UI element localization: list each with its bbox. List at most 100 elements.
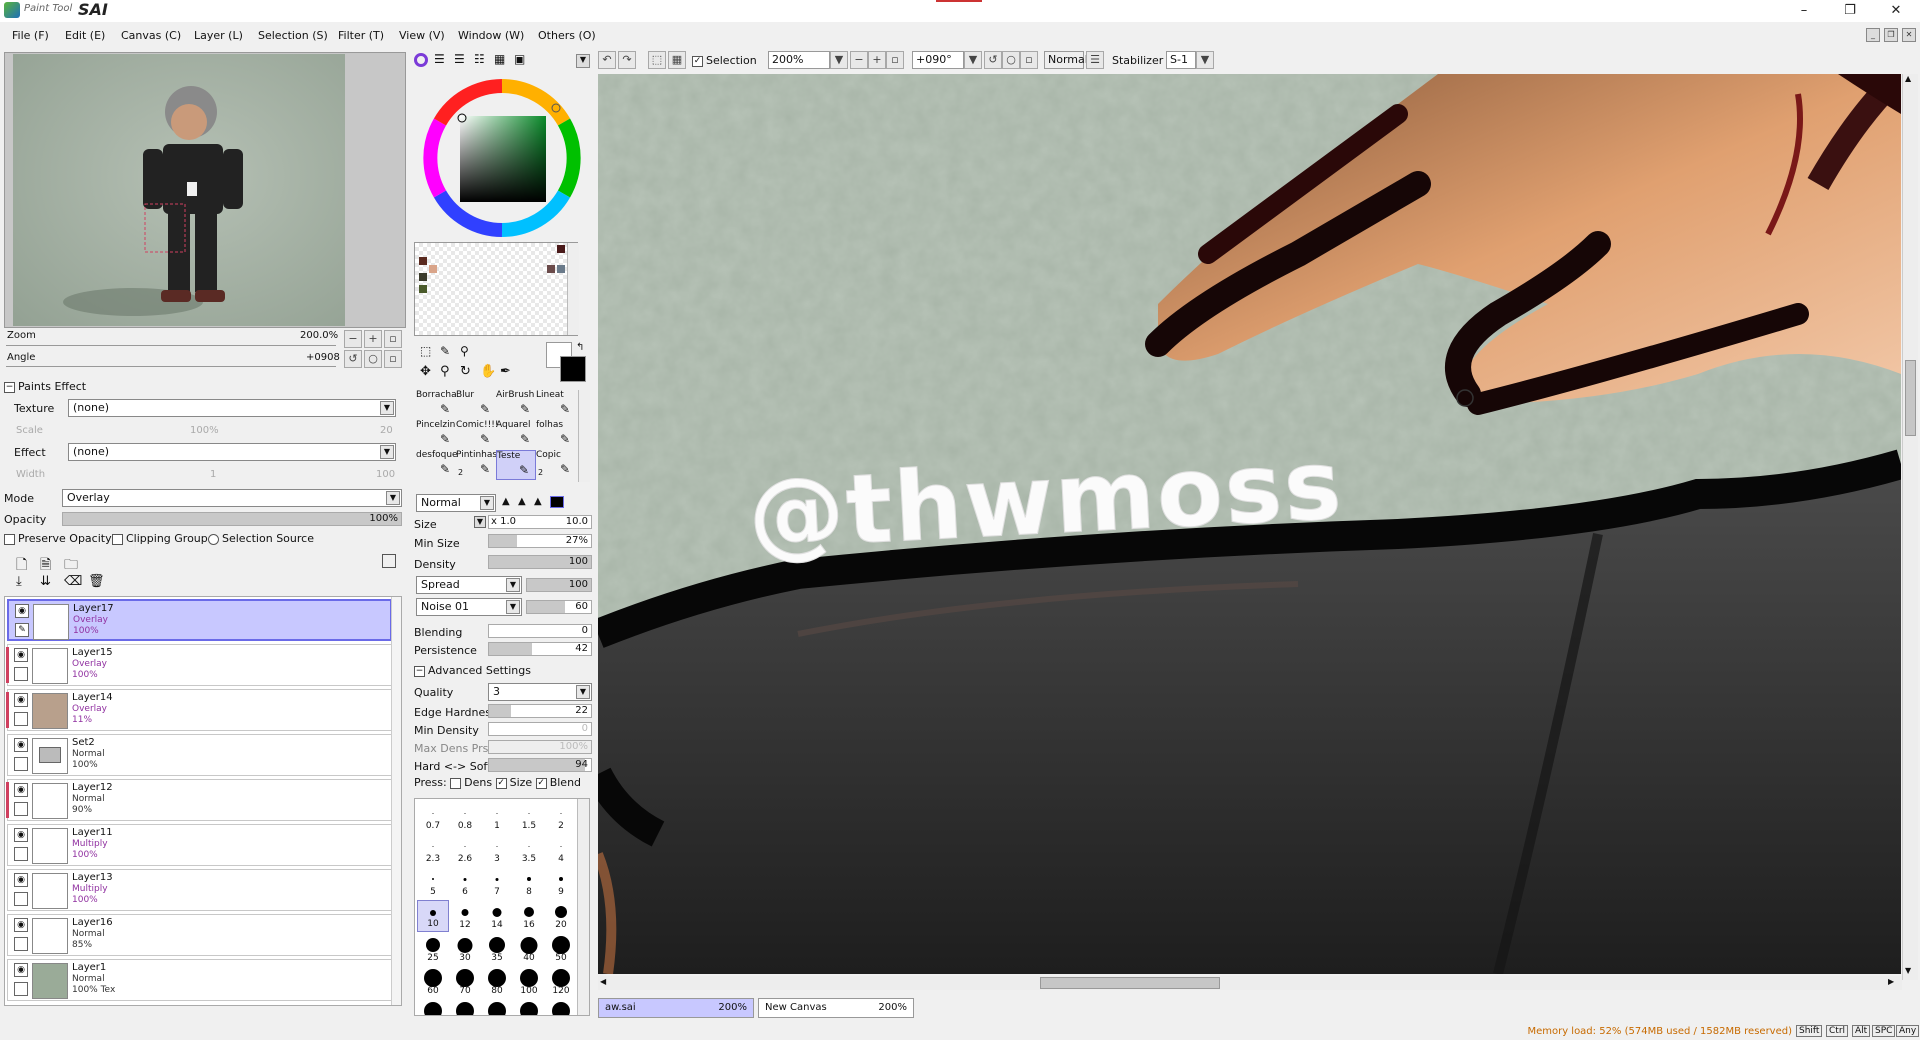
size-preset[interactable]: 40 bbox=[513, 933, 545, 965]
size-preset[interactable]: 200 bbox=[449, 999, 481, 1015]
size-preset[interactable]: 8 bbox=[513, 867, 545, 899]
drawing-canvas[interactable]: @thwmoss bbox=[598, 74, 1901, 974]
menu-filter[interactable]: Filter (T) bbox=[338, 29, 384, 42]
layer-panel-options-icon[interactable] bbox=[382, 554, 396, 568]
brush-shape-icon[interactable]: ▲ bbox=[518, 496, 526, 507]
zoom-out-icon[interactable]: − bbox=[344, 330, 362, 348]
flip-view-icon[interactable]: ☰ bbox=[1086, 51, 1104, 69]
angle-select[interactable]: +090° bbox=[912, 51, 964, 69]
size-preset[interactable]: 250 bbox=[481, 999, 513, 1015]
layer-lock-icon[interactable] bbox=[14, 712, 28, 726]
zoom-slider[interactable] bbox=[6, 345, 336, 346]
swap-colors-icon[interactable]: ↰ bbox=[576, 342, 584, 353]
delete-layer-icon[interactable]: 🗑 bbox=[88, 574, 105, 589]
visibility-eye-icon[interactable]: ◉ bbox=[14, 648, 28, 662]
undo-icon[interactable]: ↶ bbox=[598, 51, 616, 69]
size-preset[interactable]: 1.5 bbox=[513, 801, 545, 833]
zoom-reset-icon[interactable]: ▫ bbox=[384, 330, 402, 348]
zoom-minus-icon[interactable]: − bbox=[850, 51, 868, 69]
layer-row[interactable]: ◉ Layer11 Multiply 100% bbox=[7, 824, 392, 866]
canvas-horizontal-scrollbar[interactable]: ◀ ▶ bbox=[598, 976, 1902, 990]
brush-shape-icon[interactable]: ▲ bbox=[534, 496, 542, 507]
size-preset[interactable]: 30 bbox=[449, 933, 481, 965]
visibility-eye-icon[interactable]: ◉ bbox=[14, 783, 28, 797]
brush-tool[interactable]: Borracha ✎ bbox=[416, 390, 457, 420]
tab-new-canvas[interactable]: New Canvas 200% bbox=[758, 998, 914, 1018]
scroll-down-icon[interactable]: ▼ bbox=[1905, 966, 1911, 975]
menu-layer[interactable]: Layer (L) bbox=[194, 29, 243, 42]
menu-selection[interactable]: Selection (S) bbox=[258, 29, 328, 42]
edge-hardness-bar[interactable]: 22 bbox=[488, 704, 592, 718]
scroll-up-icon[interactable]: ▲ bbox=[1905, 74, 1911, 83]
size-preset[interactable]: 0.7 bbox=[417, 801, 449, 833]
move-icon[interactable]: ✥ bbox=[420, 364, 431, 379]
rect-select-icon[interactable]: ⬚ bbox=[420, 344, 431, 358]
size-preset[interactable]: 50 bbox=[545, 933, 577, 965]
size-preset[interactable]: 0.8 bbox=[449, 801, 481, 833]
brush-tool[interactable]: Lineat ✎ bbox=[536, 390, 576, 420]
menu-window[interactable]: Window (W) bbox=[458, 29, 524, 42]
clipping-group[interactable]: Clipping Group bbox=[112, 532, 208, 545]
size-preset[interactable]: 300 bbox=[513, 999, 545, 1015]
layer-lock-icon[interactable] bbox=[14, 937, 28, 951]
color-palette-tab-icon[interactable]: ☷ bbox=[474, 52, 485, 66]
layer-lock-icon[interactable] bbox=[14, 667, 28, 681]
maximize-button[interactable]: ❐ bbox=[1828, 0, 1872, 22]
size-preset[interactable]: 350 bbox=[545, 999, 577, 1015]
stabilizer-select[interactable]: S-1 bbox=[1166, 51, 1196, 69]
spread-select[interactable]: Spread ▼ bbox=[416, 576, 522, 594]
size-preset[interactable]: 120 bbox=[545, 966, 577, 998]
rotate-reset-tb-icon[interactable]: ○ bbox=[1002, 51, 1020, 69]
size-preset[interactable]: 5 bbox=[417, 867, 449, 899]
layer-lock-icon[interactable] bbox=[14, 892, 28, 906]
effect-select[interactable]: (none) ▼ bbox=[68, 443, 396, 461]
swatch[interactable] bbox=[429, 265, 437, 273]
zoom-dropdown-icon[interactable]: ▼ bbox=[830, 51, 848, 69]
size-bar[interactable]: x 1.0 10.0 bbox=[488, 515, 592, 529]
preserve-opacity-checkbox[interactable] bbox=[4, 533, 15, 545]
layer-scrollbar[interactable] bbox=[391, 597, 401, 1005]
menu-edit[interactable]: Edit (E) bbox=[65, 29, 105, 42]
size-preset[interactable]: 16 bbox=[513, 900, 545, 932]
blending-bar[interactable]: 0 bbox=[488, 624, 592, 638]
brush-tool[interactable]: Pintinhas 2 ✎ bbox=[456, 450, 497, 480]
swatches-tab-icon[interactable]: ▦ bbox=[494, 52, 505, 66]
layer-row[interactable]: ◉ Layer1 Normal 100% Tex bbox=[7, 959, 392, 1001]
color-wheel-tab-icon[interactable] bbox=[414, 53, 428, 67]
layer-mode-select[interactable]: Overlay ▼ bbox=[62, 489, 402, 507]
magic-wand-icon[interactable]: ⚲ bbox=[460, 344, 469, 358]
paints-effect-header[interactable]: − Paints Effect bbox=[4, 380, 86, 393]
brush-scrollbar[interactable] bbox=[578, 390, 590, 482]
layer-lock-icon[interactable] bbox=[14, 757, 28, 771]
zoom-tool-icon[interactable]: ⚲ bbox=[440, 364, 450, 379]
texture-select[interactable]: (none) ▼ bbox=[68, 399, 396, 417]
persistence-bar[interactable]: 42 bbox=[488, 642, 592, 656]
size-preset[interactable]: 1 bbox=[481, 801, 513, 833]
visibility-eye-icon[interactable]: ◉ bbox=[15, 604, 29, 618]
rotate-tool-icon[interactable]: ↻ bbox=[460, 364, 471, 379]
swatch-palette[interactable] bbox=[414, 242, 579, 336]
visibility-eye-icon[interactable]: ◉ bbox=[14, 828, 28, 842]
opacity-bar[interactable]: 100% bbox=[62, 512, 402, 526]
size-preset[interactable]: 2.6 bbox=[449, 834, 481, 866]
size-preset[interactable]: 10 bbox=[417, 900, 449, 932]
size-preset[interactable]: 7 bbox=[481, 867, 513, 899]
brush-tool[interactable]: AirBrush ✎ bbox=[496, 390, 536, 420]
press-size-checkbox[interactable]: ✓ bbox=[495, 777, 507, 789]
rotate-ccw-icon[interactable]: ↺ bbox=[984, 51, 1002, 69]
zoom-plus-icon[interactable]: + bbox=[868, 51, 886, 69]
clipping-group-checkbox[interactable] bbox=[112, 533, 123, 545]
max-dens-bar[interactable]: 100% bbox=[488, 740, 592, 754]
size-preset[interactable]: 14 bbox=[481, 900, 513, 932]
color-wheel-icon[interactable] bbox=[410, 72, 592, 242]
brush-tool[interactable]: Pincelzin ✎ bbox=[416, 420, 456, 450]
brush-shape-icon[interactable] bbox=[550, 496, 564, 508]
layer-row[interactable]: ◉ Layer16 Normal 85% bbox=[7, 914, 392, 956]
brush-shape-icon[interactable]: ▲ bbox=[502, 496, 510, 507]
size-preset[interactable]: 100 bbox=[513, 966, 545, 998]
size-preset[interactable]: 60 bbox=[417, 966, 449, 998]
visibility-eye-icon[interactable]: ◉ bbox=[14, 738, 28, 752]
visibility-eye-icon[interactable]: ◉ bbox=[14, 918, 28, 932]
horizontal-scroll-thumb[interactable] bbox=[1040, 977, 1220, 989]
min-size-bar[interactable]: 27% bbox=[488, 534, 592, 548]
